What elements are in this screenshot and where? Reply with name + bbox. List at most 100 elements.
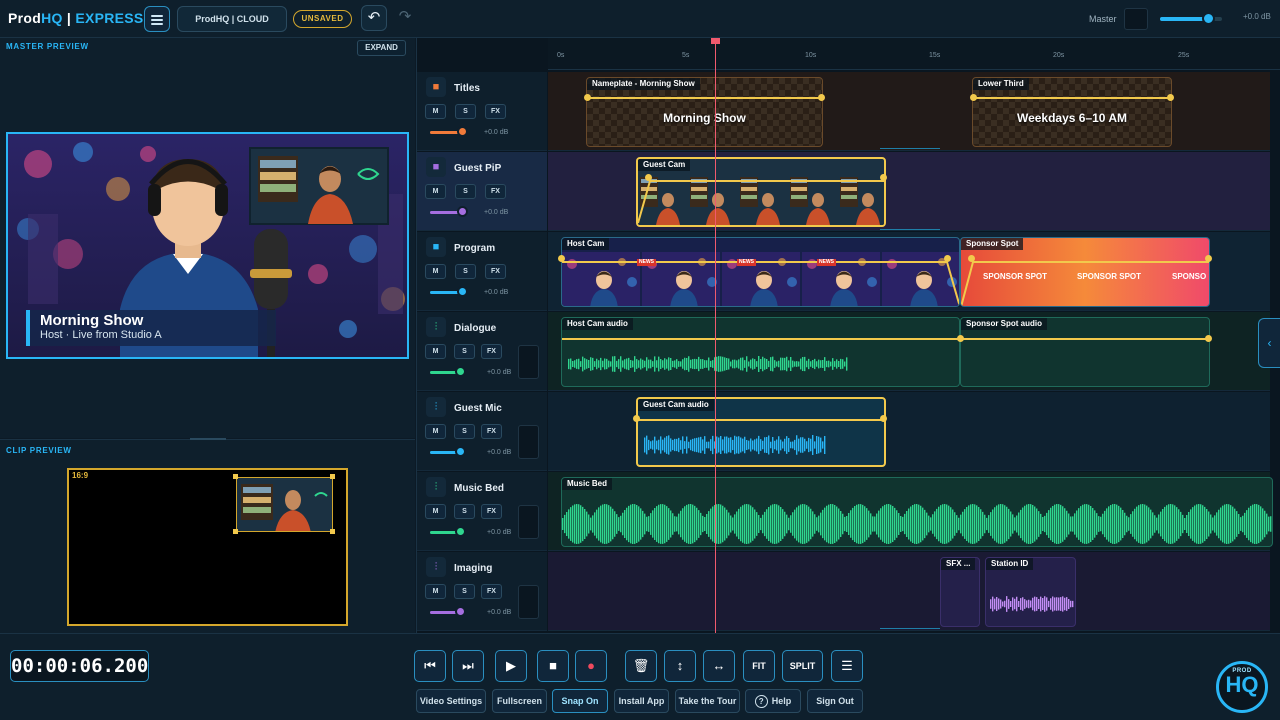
keyframe-handle[interactable]: [968, 255, 975, 262]
clip-music-bed[interactable]: Music Bed: [561, 477, 1273, 547]
fx-button[interactable]: FX: [481, 504, 502, 519]
delete-button[interactable]: 🗑: [625, 650, 657, 682]
solo-button[interactable]: S: [454, 504, 475, 519]
clip-label: Nameplate - Morning Show: [587, 78, 700, 90]
fx-button[interactable]: FX: [481, 344, 502, 359]
skip-to-start-button[interactable]: ⏮: [414, 650, 446, 682]
keyframe-handle[interactable]: [1205, 255, 1212, 262]
mute-button[interactable]: M: [425, 104, 446, 119]
track-header-music-bed[interactable]: ⫶ Music Bed M S FX +0.0 dB: [417, 472, 547, 551]
horizontal-zoom-button[interactable]: ↔: [703, 650, 735, 682]
clip-guest-cam[interactable]: Guest Cam: [636, 157, 886, 227]
vertical-zoom-button[interactable]: ↕: [664, 650, 696, 682]
mute-button[interactable]: M: [425, 584, 446, 599]
playhead[interactable]: [715, 40, 716, 646]
clip-guest-cam-audio[interactable]: Guest Cam audio: [636, 397, 886, 467]
clip-host-cam-audio[interactable]: Host Cam audio: [561, 317, 960, 387]
track-header-titles[interactable]: ■ Titles M S FX +0.0 dB: [417, 72, 547, 151]
track-volume-knob[interactable]: [456, 286, 468, 297]
keyframe-handle[interactable]: [944, 255, 951, 262]
time-ruler[interactable]: [548, 38, 1280, 70]
solo-button[interactable]: S: [455, 104, 476, 119]
resize-handle[interactable]: [330, 529, 335, 534]
more-menu-button[interactable]: ☰: [831, 650, 863, 682]
track-header-guest-pip[interactable]: ■ Guest PiP M S FX +0.0 dB: [417, 152, 547, 231]
main-menu-button[interactable]: [144, 6, 170, 32]
clip-sponsor-spot[interactable]: Sponsor Spot SPONSOR SPOT SPONSOR SPOT S…: [960, 237, 1210, 307]
keyframe-handle[interactable]: [957, 335, 964, 342]
solo-button[interactable]: S: [454, 584, 475, 599]
solo-button[interactable]: S: [454, 424, 475, 439]
clip-host-cam[interactable]: Host Cam NEWS NEWS NEWS: [561, 237, 960, 307]
track-volume-knob[interactable]: [454, 606, 466, 617]
expand-button[interactable]: EXPAND: [357, 40, 406, 56]
keyframe-handle[interactable]: [558, 255, 565, 262]
clip-nameplate[interactable]: Nameplate - Morning Show Morning Show: [586, 77, 823, 147]
clip-sponsor-spot-audio[interactable]: Sponsor Spot audio: [960, 317, 1210, 387]
resize-handle[interactable]: [233, 529, 238, 534]
solo-button[interactable]: S: [455, 264, 476, 279]
install-app-button[interactable]: Install App: [614, 689, 669, 713]
undo-button[interactable]: ↶: [361, 5, 387, 31]
mute-button[interactable]: M: [425, 184, 446, 199]
solo-button[interactable]: S: [455, 184, 476, 199]
mute-button[interactable]: M: [425, 424, 446, 439]
clip-label: Sponsor Spot audio: [961, 318, 1047, 330]
keyframe-handle[interactable]: [633, 415, 640, 422]
mute-button[interactable]: M: [425, 264, 446, 279]
clip-lower-third[interactable]: Lower Third Weekdays 6–10 AM: [972, 77, 1172, 147]
keyframe-handle[interactable]: [880, 174, 887, 181]
stop-button[interactable]: ■: [537, 650, 569, 682]
hamburger-icon: ☰: [841, 658, 853, 673]
track-volume-knob[interactable]: [454, 526, 466, 537]
collapse-panel-button[interactable]: ‹: [1258, 318, 1280, 368]
track-header-program[interactable]: ■ Program M S FX +0.0 dB: [417, 232, 547, 311]
track-volume-knob[interactable]: [456, 206, 468, 217]
redo-button[interactable]: ↷: [394, 5, 416, 31]
track-volume-knob[interactable]: [454, 366, 466, 377]
track-volume-knob[interactable]: [454, 446, 466, 457]
track-volume-knob[interactable]: [456, 126, 468, 137]
play-button[interactable]: ▶: [495, 650, 527, 682]
solo-button[interactable]: S: [454, 344, 475, 359]
skip-to-end-button[interactable]: ⏭: [452, 650, 484, 682]
take-tour-button[interactable]: Take the Tour: [675, 689, 740, 713]
clip-station-id[interactable]: Station ID: [985, 557, 1076, 627]
mute-button[interactable]: M: [425, 504, 446, 519]
track-header-dialogue[interactable]: ⫶ Dialogue M S FX +0.0 dB: [417, 312, 547, 391]
fx-button[interactable]: FX: [485, 184, 506, 199]
resize-handle[interactable]: [330, 474, 335, 479]
keyframe-handle[interactable]: [1167, 94, 1174, 101]
sign-out-button[interactable]: Sign Out: [807, 689, 863, 713]
track-lane-imaging[interactable]: [548, 552, 1270, 631]
cloud-button[interactable]: ProdHQ | CLOUD: [177, 6, 287, 32]
help-button[interactable]: ? Help: [745, 689, 801, 713]
keyframe-handle[interactable]: [584, 94, 591, 101]
mute-button[interactable]: M: [425, 344, 446, 359]
record-icon: ●: [587, 658, 595, 673]
fit-button[interactable]: FIT: [743, 650, 775, 682]
keyframe-handle[interactable]: [970, 94, 977, 101]
keyframe-handle[interactable]: [1205, 335, 1212, 342]
keyframe-handle[interactable]: [880, 415, 887, 422]
track-header-imaging[interactable]: ⫶ Imaging M S FX +0.0 dB: [417, 552, 547, 631]
snap-toggle[interactable]: Snap On: [552, 689, 608, 713]
fx-button[interactable]: FX: [481, 424, 502, 439]
clip-sfx[interactable]: SFX ...: [940, 557, 980, 627]
fx-button[interactable]: FX: [485, 264, 506, 279]
panel-resize-handle[interactable]: [190, 438, 226, 440]
split-button[interactable]: SPLIT: [782, 650, 823, 682]
video-settings-button[interactable]: Video Settings: [416, 689, 486, 713]
playhead-handle[interactable]: [711, 38, 720, 44]
fx-button[interactable]: FX: [485, 104, 506, 119]
keyframe-handle[interactable]: [818, 94, 825, 101]
record-button[interactable]: ●: [575, 650, 607, 682]
master-volume-slider[interactable]: [1160, 12, 1222, 25]
master-preview-canvas[interactable]: Morning Show Host · Live from Studio A: [6, 132, 409, 359]
fullscreen-button[interactable]: Fullscreen: [492, 689, 547, 713]
track-header-guest-mic[interactable]: ⫶ Guest Mic M S FX +0.0 dB: [417, 392, 547, 471]
resize-handle[interactable]: [233, 474, 238, 479]
keyframe-handle[interactable]: [645, 174, 652, 181]
clip-preview-thumbnail[interactable]: [236, 477, 333, 532]
fx-button[interactable]: FX: [481, 584, 502, 599]
